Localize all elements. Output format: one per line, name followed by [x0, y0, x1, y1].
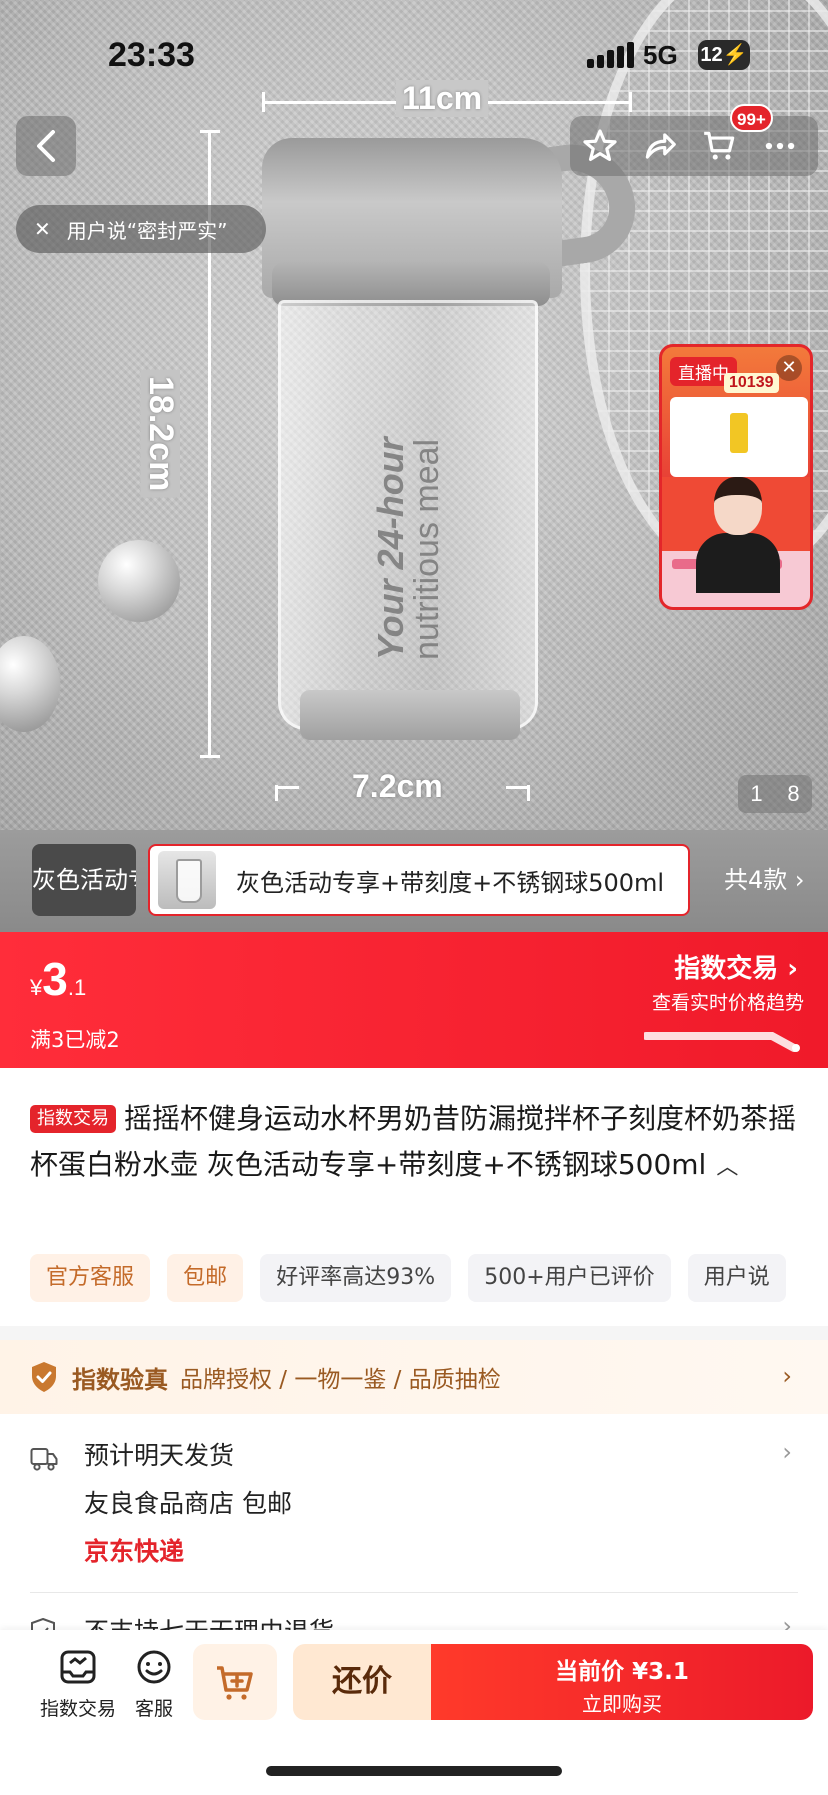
price-bar: ¥3.1 满3已减2 指数交易 › 查看实时价格趋势 — [0, 932, 828, 1068]
back-button[interactable] — [16, 116, 76, 176]
shipping-carrier: 京东快递 — [84, 1537, 185, 1566]
authenticity-title: 指数验真 — [72, 1365, 168, 1394]
variant-count[interactable]: 共4款 › — [724, 844, 805, 916]
cup-print: Your 24-hour nutritious meal — [370, 380, 446, 660]
review-highlight-tag[interactable]: ✕ 用户说“密封严实” — [16, 205, 266, 253]
dim-tick — [275, 786, 299, 789]
shipping-store: 友良食品商店 包邮 — [84, 1489, 292, 1518]
steel-ball — [98, 540, 180, 622]
product-title-text: 摇摇杯健身运动水杯男奶昔防漏搅拌杯子刻度杯奶茶摇杯蛋白粉水壶 灰色活动专享+带刻… — [30, 1102, 797, 1181]
chevron-left-icon — [37, 130, 55, 162]
price-trend-link[interactable]: 查看实时价格趋势 — [652, 988, 804, 1015]
buy-now-button[interactable]: 当前价 ¥3.1 立即购买 — [431, 1644, 813, 1720]
favorite-button[interactable] — [580, 126, 620, 166]
steel-ball — [0, 636, 60, 732]
variant-option-selected[interactable]: 灰色活动专享+带刻度+不锈钢球500ml — [148, 844, 690, 916]
chevron-right-icon: › — [782, 1362, 792, 1390]
battery-level: 12 — [700, 44, 723, 66]
variant-thumbnail — [158, 851, 216, 909]
cup-print-line1: Your 24-hour — [370, 437, 411, 660]
cart-count-badge: 99+ — [730, 104, 773, 132]
authenticity-subtitle: 品牌授权 / 一物一鉴 / 品质抽检 — [180, 1367, 501, 1393]
live-number: 10139 — [724, 373, 779, 393]
variant-option-prev[interactable]: 灰色活动专享+带刻度+不锈钢球500ml — [32, 844, 136, 916]
section-divider — [0, 1326, 828, 1340]
index-trade-link[interactable]: 指数交易 › — [674, 948, 798, 985]
cart-button[interactable] — [700, 126, 740, 166]
dim-width-bottom: 7.2cm — [352, 768, 443, 804]
bargain-button[interactable]: 还价 — [293, 1644, 431, 1720]
shipping-estimate: 预计明天发货 — [84, 1441, 235, 1470]
chevron-right-icon: › — [782, 1438, 792, 1466]
chip-free-shipping[interactable]: 包邮 — [167, 1254, 244, 1302]
live-board — [670, 397, 808, 477]
chip-review-count[interactable]: 500+用户已评价 — [468, 1254, 671, 1302]
chip-rating[interactable]: 好评率高达93% — [260, 1254, 452, 1302]
price-integer: 3 — [42, 953, 68, 1005]
variant-prev-label: 灰色活动专享+带刻度+不锈钢球500ml — [32, 866, 136, 894]
dim-tick — [200, 130, 220, 133]
authenticity-row[interactable]: 指数验真 品牌授权 / 一物一鉴 / 品质抽检 › — [0, 1340, 828, 1414]
close-icon[interactable]: ✕ — [34, 217, 51, 241]
cart-add-icon — [217, 1666, 253, 1700]
cup-print-line2: nutritious meal — [407, 438, 446, 660]
index-trade-title: 指数交易 — [674, 954, 779, 984]
index-trade-icon — [60, 1650, 96, 1684]
live-host — [692, 477, 784, 593]
more-icon — [765, 142, 795, 150]
tab-customer-service[interactable]: 客服 — [122, 1648, 186, 1721]
cup-base — [300, 690, 520, 740]
dim-tick — [200, 755, 220, 758]
dim-tick — [506, 786, 530, 789]
share-button[interactable] — [640, 126, 680, 166]
product-title: 指数交易 摇摇杯健身运动水杯男奶昔防漏搅拌杯子刻度杯奶茶摇杯蛋白粉水壶 灰色活动专… — [30, 1096, 810, 1191]
buy-current-price: 当前价 ¥3.1 — [555, 1659, 689, 1685]
tab-index-trade[interactable]: 指数交易 — [22, 1648, 134, 1721]
variant-selector: 灰色活动专享+带刻度+不锈钢球500ml 灰色活动专享+带刻度+不锈钢球500m… — [0, 830, 828, 932]
dim-height: 18.2cm — [141, 370, 180, 498]
chat-smile-icon — [137, 1650, 171, 1684]
status-time: 23:33 — [108, 36, 195, 74]
page-total: 8 — [787, 781, 800, 806]
star-icon — [583, 129, 617, 162]
price-currency: ¥ — [30, 975, 43, 1000]
home-indicator[interactable] — [266, 1766, 562, 1776]
price-decimal: .1 — [67, 975, 87, 1000]
signal-icon — [587, 42, 634, 68]
network-type: 5G — [643, 40, 678, 70]
variant-count-text: 共4款 — [724, 866, 788, 894]
cart-icon — [704, 131, 735, 160]
product-image-carousel[interactable]: 11cm 18.2cm 7.2cm Your 24-hour nutritiou… — [0, 0, 828, 830]
page-current: 1 — [750, 781, 763, 806]
price-trend-graphic — [644, 1032, 800, 1052]
review-highlight-text: 用户说“密封严实” — [66, 218, 228, 243]
battery-icon: 12⚡ — [698, 40, 750, 70]
tab-customer-service-label: 客服 — [134, 1698, 173, 1720]
divider — [30, 1592, 798, 1593]
shield-check-icon — [32, 1362, 56, 1392]
chip-official-service[interactable]: 官方客服 — [30, 1254, 151, 1302]
live-stream-window[interactable]: 直播中 ✕ 10139 — [659, 344, 813, 610]
buy-now-label: 立即购买 — [582, 1692, 662, 1716]
status-bar: 23:33 5G 12⚡ — [0, 0, 828, 110]
more-button[interactable] — [760, 126, 800, 166]
add-to-cart-button[interactable] — [193, 1644, 277, 1720]
share-icon — [645, 133, 676, 159]
service-chips: 官方客服 包邮 好评率高达93% 500+用户已评价 用户说 — [30, 1254, 798, 1304]
chip-user-says[interactable]: 用户说 — [687, 1254, 786, 1302]
tab-index-trade-label: 指数交易 — [39, 1698, 116, 1720]
price: ¥3.1 — [30, 952, 86, 1006]
promo-text: 满3已减2 — [30, 1028, 120, 1052]
index-trade-badge: 指数交易 — [30, 1105, 116, 1133]
truck-icon — [30, 1448, 58, 1471]
shipping-row[interactable]: 预计明天发货 友良食品商店 包邮 京东快递 › — [0, 1414, 828, 1596]
variant-selected-label: 灰色活动专享+带刻度+不锈钢球500ml — [236, 868, 665, 897]
live-close-icon[interactable]: ✕ — [776, 355, 802, 381]
image-page-indicator: 1 8 — [738, 775, 812, 813]
collapse-title-icon[interactable]: ︿ — [716, 1145, 738, 1191]
top-action-bar — [570, 116, 818, 176]
